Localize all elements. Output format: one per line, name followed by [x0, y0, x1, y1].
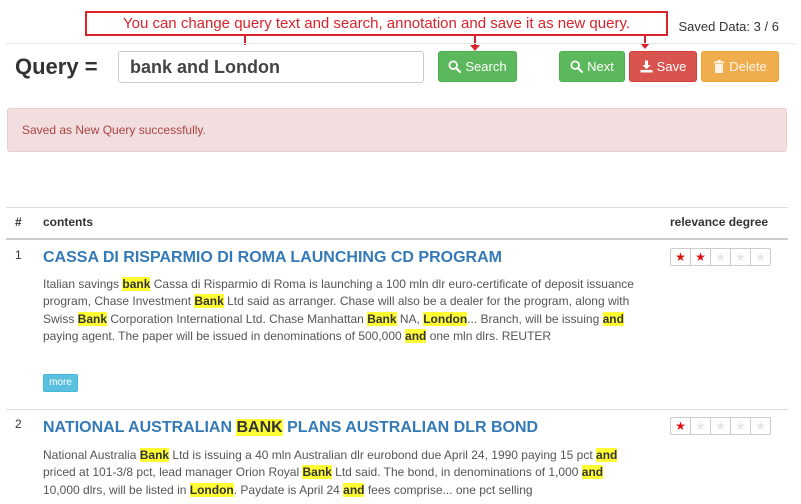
star-icon[interactable]: ★: [690, 248, 711, 266]
text-segment: paying agent. The paper will be issued i…: [43, 328, 406, 343]
header-divider: [6, 43, 795, 44]
search-icon: [570, 60, 584, 73]
highlighted-term: London: [423, 311, 468, 326]
row-title[interactable]: NATIONAL AUSTRALIAN BANK PLANS AUSTRALIA…: [43, 419, 538, 437]
text-segment: ... Branch, will be issuing: [467, 311, 603, 326]
highlighted-term: and: [581, 465, 604, 480]
text-segment: fees comprise... one pct selling: [364, 482, 533, 497]
star-icon[interactable]: ★: [690, 417, 711, 435]
text-segment: . Paydate is April 24: [233, 482, 344, 497]
save-button[interactable]: Save: [629, 51, 697, 82]
text-segment: priced at 101-3/8 pct, lead manager Orio…: [43, 465, 303, 480]
star-icon[interactable]: ★: [730, 417, 751, 435]
column-header-contents: contents: [43, 215, 94, 229]
highlighted-term: Bank: [77, 311, 108, 326]
next-button[interactable]: Next: [559, 51, 625, 82]
alert-message: Saved as New Query successfully.: [22, 123, 206, 137]
delete-button-label: Delete: [729, 59, 767, 74]
delete-button[interactable]: Delete: [701, 51, 779, 82]
text-segment: Ltd is issuing a 40 mln Australian dlr e…: [169, 448, 597, 462]
annotation-text: You can change query text and search, an…: [122, 15, 630, 32]
annotation-callout: You can change query text and search, an…: [85, 11, 668, 36]
star-icon[interactable]: ★: [750, 248, 771, 266]
table-top-border: [6, 207, 788, 208]
trash-icon: [714, 60, 725, 73]
more-button[interactable]: more: [43, 374, 78, 392]
success-alert: Saved as New Query successfully.: [7, 108, 787, 152]
highlighted-term: Bank: [139, 448, 170, 462]
highlighted-term: Bank: [302, 465, 332, 480]
row-text: National Australia Bank Ltd is issuing a…: [43, 447, 643, 499]
column-header-num: #: [15, 215, 22, 229]
text-segment: NA,: [396, 311, 424, 326]
saved-data-separator: /: [764, 19, 769, 34]
star-icon[interactable]: ★: [710, 417, 731, 435]
saved-data-label: Saved Data:: [678, 19, 751, 34]
search-button[interactable]: Search: [438, 51, 517, 82]
search-button-label: Search: [465, 59, 507, 74]
highlighted-term: Bank: [367, 311, 397, 326]
text-segment: 10,000 dlrs, will be listed in: [43, 482, 190, 497]
highlighted-term: bank: [122, 277, 151, 291]
text-segment: Corporation International Ltd. Chase Man…: [107, 311, 368, 326]
row-number: 1: [15, 248, 22, 262]
text-segment: PLANS AUSTRALIAN DLR BOND: [282, 419, 539, 436]
highlighted-term: and: [405, 328, 427, 343]
text-segment: Italian savings: [43, 277, 123, 291]
star-icon[interactable]: ★: [750, 417, 771, 435]
highlighted-term: and: [343, 482, 365, 497]
query-input[interactable]: [118, 51, 424, 83]
download-icon: [640, 60, 653, 73]
highlighted-term: London: [189, 482, 234, 497]
highlighted-term: and: [596, 448, 618, 462]
highlighted-term: BANK: [236, 419, 283, 436]
text-segment: National Australia: [43, 448, 140, 462]
star-icon[interactable]: ★: [670, 248, 691, 266]
text-segment: NATIONAL AUSTRALIAN: [43, 419, 237, 436]
row-text: Italian savings bank Cassa di Risparmio …: [43, 276, 643, 345]
text-segment: one mln dlrs. REUTER: [426, 328, 552, 343]
text-segment: CASSA DI RISPARMIO DI ROMA LAUNCHING CD …: [43, 249, 502, 266]
highlighted-term: and: [602, 311, 624, 326]
star-icon[interactable]: ★: [730, 248, 751, 266]
relevance-rating[interactable]: ★ ★ ★ ★ ★: [670, 248, 771, 266]
relevance-rating[interactable]: ★ ★ ★ ★ ★: [670, 417, 771, 435]
row-number: 2: [15, 417, 22, 431]
next-button-label: Next: [587, 59, 614, 74]
saved-data-current: 3: [753, 19, 761, 34]
table-header-border: [6, 238, 788, 240]
star-icon[interactable]: ★: [670, 417, 691, 435]
column-header-relevance: relevance degree: [670, 215, 769, 229]
save-button-label: Save: [656, 59, 687, 74]
row-divider: [6, 409, 788, 410]
saved-data-counter: Saved Data: 3 / 6: [678, 19, 779, 34]
search-icon: [448, 60, 462, 73]
row-title[interactable]: CASSA DI RISPARMIO DI ROMA LAUNCHING CD …: [43, 249, 502, 267]
saved-data-total: 6: [771, 19, 779, 34]
query-label: Query =: [15, 54, 98, 79]
text-segment: Ltd said. The bond, in denominations of …: [331, 465, 582, 480]
highlighted-term: Bank: [194, 294, 224, 309]
star-icon[interactable]: ★: [710, 248, 731, 266]
